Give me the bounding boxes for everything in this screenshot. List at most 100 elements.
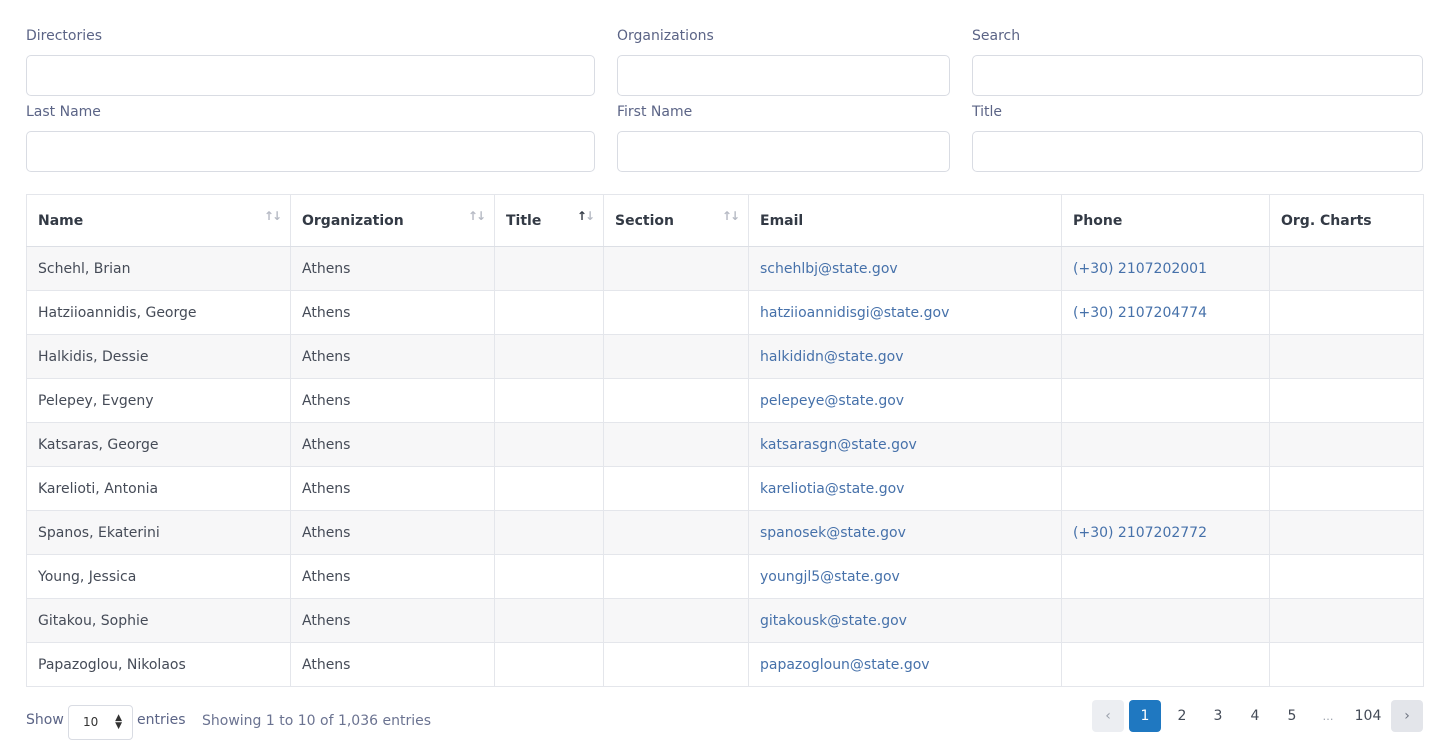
entries-label: entries (137, 712, 186, 728)
email-link[interactable]: youngjl5@state.gov (760, 569, 900, 585)
sort-icon[interactable]: ↑↓ (468, 209, 486, 223)
sort-icon[interactable]: ↑↓ (722, 209, 740, 223)
cell-name: Katsaras, George (26, 422, 291, 467)
cell-title (494, 598, 604, 643)
email-link[interactable]: halkididn@state.gov (760, 349, 904, 365)
email-link[interactable]: hatziioannidisgi@state.gov (760, 305, 949, 321)
table-header-row: Name ↑↓ Organization ↑↓ Title ↑↓ Section… (26, 194, 1424, 247)
chevron-right-icon: › (1404, 708, 1410, 724)
email-link[interactable]: schehlbj@state.gov (760, 261, 898, 277)
cell-section (603, 642, 749, 687)
pagination-page-last[interactable]: 104 (1348, 700, 1388, 732)
email-link[interactable]: kareliotia@state.gov (760, 481, 904, 497)
email-link[interactable]: papazogloun@state.gov (760, 657, 930, 673)
first-name-input[interactable] (617, 131, 950, 172)
cell-name: Papazoglou, Nikolaos (26, 642, 291, 687)
phone-link[interactable]: (+30) 2107202772 (1073, 525, 1207, 541)
cell-section (603, 554, 749, 599)
phone-link[interactable]: (+30) 2107204774 (1073, 305, 1207, 321)
cell-organization: Athens (290, 290, 495, 335)
cell-title (494, 554, 604, 599)
column-header-phone: Phone (1061, 194, 1270, 247)
entries-per-page-value: 10 (83, 715, 99, 729)
organizations-label: Organizations (617, 28, 714, 44)
cell-section (603, 246, 749, 291)
show-label: Show (26, 712, 64, 728)
directories-input[interactable] (26, 55, 595, 96)
sort-icon[interactable]: ↑↓ (264, 209, 282, 223)
table-row: Young, Jessica Athens youngjl5@state.gov (26, 554, 1424, 599)
table-row: Spanos, Ekaterini Athens spanosek@state.… (26, 510, 1424, 555)
cell-title (494, 642, 604, 687)
cell-organization: Athens (290, 554, 495, 599)
cell-organization: Athens (290, 378, 495, 423)
directories-label: Directories (26, 28, 103, 44)
cell-phone (1061, 378, 1270, 423)
title-input[interactable] (972, 131, 1423, 172)
cell-organization: Athens (290, 642, 495, 687)
cell-section (603, 422, 749, 467)
cell-phone (1061, 334, 1270, 379)
cell-title (494, 510, 604, 555)
email-link[interactable]: katsarasgn@state.gov (760, 437, 917, 453)
cell-email: halkididn@state.gov (748, 334, 1062, 379)
cell-email: pelepeye@state.gov (748, 378, 1062, 423)
organizations-input[interactable] (617, 55, 950, 96)
cell-email: kareliotia@state.gov (748, 466, 1062, 511)
email-link[interactable]: gitakousk@state.gov (760, 613, 907, 629)
entries-per-page-select[interactable]: 10 ▲ ▼ (68, 705, 133, 740)
table-row: Papazoglou, Nikolaos Athens papazogloun@… (26, 642, 1424, 687)
column-header-label: Title (506, 212, 542, 229)
cell-org-charts (1269, 510, 1424, 555)
cell-title (494, 246, 604, 291)
cell-phone (1061, 554, 1270, 599)
table-info: Showing 1 to 10 of 1,036 entries (202, 713, 432, 729)
column-header-email: Email (748, 194, 1062, 247)
select-arrows-icon: ▲ ▼ (115, 713, 122, 731)
cell-phone: (+30) 2107202001 (1061, 246, 1270, 291)
email-link[interactable]: spanosek@state.gov (760, 525, 906, 541)
cell-phone: (+30) 2107202772 (1061, 510, 1270, 555)
cell-phone (1061, 422, 1270, 467)
cell-organization: Athens (290, 598, 495, 643)
cell-section (603, 598, 749, 643)
cell-name: Young, Jessica (26, 554, 291, 599)
chevron-left-icon: ‹ (1105, 708, 1111, 724)
cell-name: Halkidis, Dessie (26, 334, 291, 379)
last-name-input[interactable] (26, 131, 595, 172)
pagination-page-2[interactable]: 2 (1166, 700, 1198, 732)
table-row: Pelepey, Evgeny Athens pelepeye@state.go… (26, 378, 1424, 423)
cell-section (603, 466, 749, 511)
sort-ascending-icon[interactable]: ↑↓ (577, 209, 595, 223)
email-link[interactable]: pelepeye@state.gov (760, 393, 904, 409)
cell-name: Schehl, Brian (26, 246, 291, 291)
cell-org-charts (1269, 642, 1424, 687)
cell-email: gitakousk@state.gov (748, 598, 1062, 643)
search-input[interactable] (972, 55, 1423, 96)
table-row: Katsaras, George Athens katsarasgn@state… (26, 422, 1424, 467)
cell-title (494, 422, 604, 467)
pagination-next-button[interactable]: › (1391, 700, 1423, 732)
cell-email: schehlbj@state.gov (748, 246, 1062, 291)
cell-name: Gitakou, Sophie (26, 598, 291, 643)
pagination-page-3[interactable]: 3 (1202, 700, 1234, 732)
column-header-label: Section (615, 212, 674, 229)
directory-table: Name ↑↓ Organization ↑↓ Title ↑↓ Section… (26, 194, 1424, 687)
pagination-page-1[interactable]: 1 (1129, 700, 1161, 732)
pagination-page-4[interactable]: 4 (1239, 700, 1271, 732)
pagination-prev-button[interactable]: ‹ (1092, 700, 1124, 732)
cell-organization: Athens (290, 466, 495, 511)
cell-email: spanosek@state.gov (748, 510, 1062, 555)
phone-link[interactable]: (+30) 2107202001 (1073, 261, 1207, 277)
cell-email: katsarasgn@state.gov (748, 422, 1062, 467)
column-header-section[interactable]: Section ↑↓ (603, 194, 749, 247)
cell-name: Pelepey, Evgeny (26, 378, 291, 423)
column-header-organization[interactable]: Organization ↑↓ (290, 194, 495, 247)
pagination-page-5[interactable]: 5 (1276, 700, 1308, 732)
column-header-name[interactable]: Name ↑↓ (26, 194, 291, 247)
table-row: Gitakou, Sophie Athens gitakousk@state.g… (26, 598, 1424, 643)
cell-section (603, 334, 749, 379)
column-header-title[interactable]: Title ↑↓ (494, 194, 604, 247)
column-header-label: Name (38, 212, 84, 229)
cell-org-charts (1269, 422, 1424, 467)
